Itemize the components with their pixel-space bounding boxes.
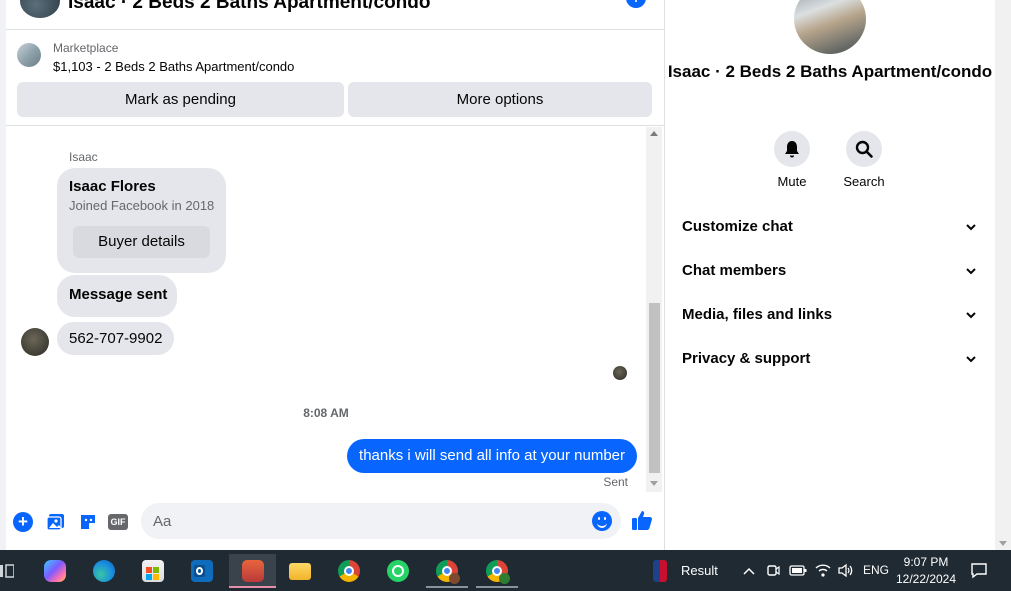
sender-avatar[interactable] (21, 328, 49, 356)
message-scrollbar[interactable] (646, 127, 662, 492)
like-icon[interactable] (630, 508, 654, 532)
active-app[interactable] (229, 554, 276, 588)
chrome-profile-app[interactable] (426, 554, 468, 588)
edge-app[interactable] (83, 554, 125, 588)
windows-taskbar: Result ENG 9:07 PM 12/22/2024 (0, 550, 1011, 591)
system-clock[interactable]: 9:07 PM 12/22/2024 (893, 554, 959, 588)
section-label: Chat members (682, 262, 787, 279)
whatsapp-app[interactable] (377, 554, 419, 588)
message-bubble-system[interactable]: Message sent (57, 275, 177, 317)
outlook-app[interactable] (181, 554, 223, 588)
copilot-app[interactable] (34, 554, 76, 588)
store-icon (142, 560, 164, 582)
chat-title[interactable]: Isaac · 2 Beds 2 Baths Apartment/condo (68, 0, 431, 14)
message-bubble-outgoing[interactable]: thanks i will send all info at your numb… (347, 439, 637, 473)
message-bubble-phone[interactable]: 562-707-9902 (57, 322, 174, 355)
message-composer: + GIF (6, 494, 664, 550)
wifi-icon[interactable] (815, 563, 831, 578)
battery-icon[interactable] (789, 564, 807, 577)
bell-icon (785, 141, 799, 158)
seen-receipt-avatar (613, 366, 627, 380)
copilot-icon (44, 560, 66, 582)
plus-icon[interactable]: + (13, 512, 33, 532)
chrome-profile-icon (436, 560, 460, 584)
scroll-up-arrow-icon[interactable] (650, 131, 658, 136)
search-button[interactable] (846, 131, 882, 167)
screen: Isaac · 2 Beds 2 Baths Apartment/condo i… (0, 0, 1011, 591)
clock-time: 9:07 PM (903, 555, 949, 569)
chevron-down-icon (966, 224, 976, 231)
sender-name: Isaac (69, 150, 98, 164)
chat-panel: Isaac · 2 Beds 2 Baths Apartment/condo i… (0, 0, 665, 550)
search-label: Search (843, 174, 885, 189)
chat-header: Isaac · 2 Beds 2 Baths Apartment/condo i (6, 0, 664, 30)
meet-icon[interactable] (766, 563, 780, 579)
scroll-down-arrow-icon[interactable] (650, 481, 658, 486)
section-media-files-links[interactable]: Media, files and links (675, 297, 985, 333)
chrome-profile-2-app[interactable] (476, 554, 518, 588)
profile-card: Isaac Flores Joined Facebook in 2018 Buy… (57, 168, 226, 273)
section-label: Customize chat (682, 218, 793, 235)
mark-as-pending-button[interactable]: Mark as pending (17, 82, 344, 117)
chrome-profile-2-icon (486, 560, 510, 584)
clock-date: 12/22/2024 (895, 572, 957, 586)
info-title: Isaac · 2 Beds 2 Baths Apartment/condo (667, 62, 993, 81)
photo-icon[interactable] (46, 512, 66, 532)
message-status: Sent (603, 475, 628, 489)
mute-action[interactable]: Mute (762, 131, 822, 189)
widget-label[interactable]: Result (681, 550, 718, 591)
store-app[interactable] (132, 554, 174, 588)
whatsapp-icon (387, 560, 409, 582)
edge-icon (93, 560, 115, 582)
search-icon (855, 140, 873, 158)
chrome-app[interactable] (328, 554, 370, 588)
search-action[interactable]: Search (834, 131, 894, 189)
gif-icon[interactable]: GIF (108, 514, 128, 530)
profile-joined: Joined Facebook in 2018 (69, 198, 215, 213)
mute-button[interactable] (774, 131, 810, 167)
section-chat-members[interactable]: Chat members (675, 253, 985, 289)
chevron-down-icon (966, 268, 976, 275)
listing-price-title[interactable]: $1,103 - 2 Beds 2 Baths Apartment/condo (53, 59, 294, 74)
buyer-details-button[interactable]: Buyer details (73, 226, 210, 258)
section-customize-chat[interactable]: Customize chat (675, 209, 985, 245)
emoji-icon[interactable] (592, 511, 612, 531)
profile-name: Isaac Flores (69, 178, 156, 195)
section-privacy-support[interactable]: Privacy & support (675, 341, 985, 377)
nba-widget-icon[interactable] (653, 560, 667, 582)
message-input-box (141, 503, 621, 539)
file-explorer-app[interactable] (279, 554, 321, 588)
more-options-button[interactable]: More options (348, 82, 652, 117)
mute-label: Mute (777, 174, 807, 189)
chat-avatar[interactable] (20, 0, 60, 18)
app-icon (242, 560, 264, 582)
chevron-down-icon (966, 312, 976, 319)
chrome-icon (338, 560, 360, 582)
language-indicator[interactable]: ENG (863, 550, 889, 591)
message-input[interactable] (153, 503, 583, 539)
file-explorer-icon (289, 563, 311, 580)
section-label: Media, files and links (682, 306, 833, 323)
scroll-down-arrow-icon[interactable] (999, 541, 1007, 546)
task-view-icon[interactable] (0, 563, 14, 579)
info-icon[interactable]: i (626, 0, 646, 8)
message-timestamp: 8:08 AM (303, 406, 349, 420)
listing-thumbnail[interactable] (17, 43, 41, 67)
page-scrollbar[interactable] (995, 0, 1011, 550)
sticker-icon[interactable] (78, 512, 98, 532)
chat-info-panel: Isaac · 2 Beds 2 Baths Apartment/condo M… (665, 0, 995, 550)
scrollbar-thumb[interactable] (649, 303, 660, 473)
outlook-icon (191, 560, 213, 582)
chevron-down-icon (966, 356, 976, 363)
notification-icon[interactable] (970, 562, 988, 579)
speaker-icon[interactable] (837, 563, 854, 578)
message-list[interactable]: Isaac Isaac Flores Joined Facebook in 20… (6, 127, 646, 492)
section-label: Privacy & support (682, 350, 811, 367)
info-avatar[interactable] (794, 0, 866, 54)
listing-source: Marketplace (53, 41, 119, 55)
chevron-up-icon[interactable] (742, 566, 756, 576)
listing-card: Marketplace $1,103 - 2 Beds 2 Baths Apar… (6, 31, 664, 126)
